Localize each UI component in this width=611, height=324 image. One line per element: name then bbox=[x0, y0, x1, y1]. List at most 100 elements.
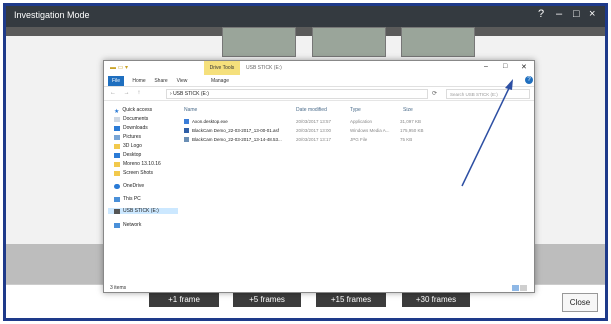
nav-label: Desktop bbox=[123, 152, 142, 158]
folder-icon bbox=[114, 143, 120, 149]
item-count: 3 items bbox=[110, 285, 127, 291]
file-type: Windows Media A... bbox=[350, 128, 390, 133]
ribbon-tabs: File Home Share View Manage ? bbox=[104, 75, 534, 87]
frame-step-button[interactable]: +30 frames bbox=[402, 291, 470, 307]
explorer-close-icon[interactable]: ✕ bbox=[521, 63, 527, 71]
nav-item[interactable]: Downloads bbox=[114, 125, 148, 131]
nav-network[interactable]: Network bbox=[114, 222, 141, 228]
file-type: Application bbox=[350, 119, 373, 124]
file-name: BlackCam Demo_22-03-2017_13-00-01.asf bbox=[192, 128, 280, 133]
application-icon bbox=[184, 119, 189, 124]
file-date: 20/03/2017 13:57 bbox=[296, 119, 332, 124]
file-name: Axon.desktop.exe bbox=[192, 119, 228, 124]
file-name: BlackCam Demo_22-03-2017_13-14-48.53... bbox=[192, 137, 282, 142]
nav-label: USB STICK (E:) bbox=[123, 208, 159, 214]
file-list: Name Date modified Type Size Axon.deskto… bbox=[182, 101, 534, 281]
minimize-icon[interactable]: – bbox=[556, 8, 562, 20]
file-size: 175,950 KB bbox=[400, 128, 424, 133]
quick-access-toolbar-icon[interactable]: ▬ ▭ ▾ bbox=[110, 64, 144, 72]
image-file-icon bbox=[184, 137, 189, 142]
column-name[interactable]: Name bbox=[184, 107, 197, 113]
close-button[interactable]: Close bbox=[562, 293, 598, 312]
nav-usb[interactable]: USB STICK (E:) bbox=[108, 208, 178, 214]
app-titlebar: Investigation Mode ? – □ × bbox=[6, 6, 605, 27]
nav-arrows-icon[interactable]: ← → ↑ bbox=[110, 90, 143, 96]
nav-item[interactable]: 3D Logo bbox=[114, 143, 142, 149]
file-explorer-window: ▬ ▭ ▾ Drive Tools USB STICK (E:) – □ ✕ F… bbox=[103, 60, 535, 293]
file-date: 20/03/2017 13:17 bbox=[296, 137, 332, 142]
nav-item[interactable]: Screen Shots bbox=[114, 170, 153, 176]
explorer-titlebar: ▬ ▭ ▾ Drive Tools USB STICK (E:) – □ ✕ bbox=[104, 61, 534, 75]
maximize-icon[interactable]: □ bbox=[573, 8, 580, 20]
thumbnail[interactable] bbox=[312, 27, 386, 57]
view-toggle-icon[interactable] bbox=[512, 285, 528, 292]
nav-label: 3D Logo bbox=[123, 143, 142, 149]
file-size: 31,097 KB bbox=[400, 119, 422, 124]
media-file-icon bbox=[184, 128, 189, 133]
network-icon bbox=[114, 222, 120, 228]
nav-thispc[interactable]: This PC bbox=[114, 196, 141, 202]
address-bar: ← → ↑ › USB STICK (E:) ⟳ Search USB STIC… bbox=[104, 87, 534, 101]
column-size[interactable]: Size bbox=[403, 107, 413, 113]
nav-label: Quick access bbox=[122, 107, 153, 113]
nav-label: Moreno 13.10.16 bbox=[123, 161, 161, 167]
pictures-icon bbox=[114, 134, 120, 140]
frame-step-button[interactable]: +1 frame bbox=[149, 291, 219, 307]
nav-label: Downloads bbox=[123, 125, 148, 131]
drive-tools-tab[interactable]: Drive Tools bbox=[204, 61, 240, 75]
nav-item[interactable]: Documents bbox=[114, 116, 148, 122]
app-title: Investigation Mode bbox=[14, 10, 90, 20]
thumbnail[interactable] bbox=[222, 27, 296, 57]
nav-label: Pictures bbox=[123, 134, 142, 140]
file-row[interactable]: BlackCam Demo_22-03-2017_13-14-48.53... … bbox=[182, 136, 482, 144]
navigation-pane: ★ Quick access Documents Downloads Pictu… bbox=[104, 101, 180, 281]
tab-manage[interactable]: Manage bbox=[208, 76, 232, 86]
nav-item[interactable]: Pictures bbox=[114, 134, 141, 140]
close-icon[interactable]: × bbox=[589, 8, 595, 20]
tab-view[interactable]: View bbox=[174, 76, 190, 86]
file-size: 75 KB bbox=[400, 137, 413, 142]
nav-onedrive[interactable]: OneDrive bbox=[114, 183, 144, 189]
nav-label: Documents bbox=[123, 116, 149, 122]
file-date: 20/03/2017 13:00 bbox=[296, 128, 332, 133]
folder-icon bbox=[114, 170, 120, 176]
file-row[interactable]: Axon.desktop.exe 20/03/2017 13:57 Applic… bbox=[182, 118, 482, 126]
nav-label: This PC bbox=[123, 196, 141, 202]
file-row[interactable]: BlackCam Demo_22-03-2017_13-00-01.asf 20… bbox=[182, 127, 482, 135]
investigation-window: Investigation Mode ? – □ × +1 frame +5 f… bbox=[3, 3, 608, 321]
tab-home[interactable]: Home bbox=[130, 76, 148, 86]
documents-icon bbox=[114, 116, 120, 122]
refresh-icon[interactable]: ⟳ bbox=[432, 90, 437, 97]
frame-step-button[interactable]: +5 frames bbox=[233, 291, 301, 307]
folder-icon bbox=[114, 161, 120, 167]
file-type: JPG File bbox=[350, 137, 368, 142]
tab-file[interactable]: File bbox=[108, 76, 124, 86]
star-icon: ★ bbox=[114, 108, 120, 115]
column-type[interactable]: Type bbox=[350, 107, 361, 113]
usb-drive-icon bbox=[114, 208, 120, 214]
column-date[interactable]: Date modified bbox=[296, 107, 327, 113]
tab-share[interactable]: Share bbox=[152, 76, 170, 86]
address-text: USB STICK (E:) bbox=[173, 91, 209, 97]
computer-icon bbox=[114, 196, 120, 202]
status-bar: 3 items bbox=[104, 283, 534, 292]
search-input[interactable]: Search USB STICK (E:) bbox=[446, 89, 530, 99]
desktop-icon bbox=[114, 152, 120, 158]
nav-item[interactable]: Moreno 13.10.16 bbox=[114, 161, 161, 167]
cloud-icon bbox=[114, 183, 120, 189]
help-icon[interactable]: ? bbox=[525, 76, 533, 84]
help-icon[interactable]: ? bbox=[538, 8, 544, 20]
nav-label: OneDrive bbox=[123, 183, 145, 189]
explorer-maximize-icon[interactable]: □ bbox=[503, 63, 507, 70]
thumbnail-band bbox=[6, 27, 605, 36]
nav-item[interactable]: Desktop bbox=[114, 152, 141, 158]
address-prefix: › bbox=[170, 91, 172, 97]
frame-step-button[interactable]: +15 frames bbox=[316, 291, 386, 307]
explorer-minimize-icon[interactable]: – bbox=[484, 63, 488, 70]
thumbnail[interactable] bbox=[401, 27, 475, 57]
address-field[interactable]: › USB STICK (E:) bbox=[166, 89, 428, 99]
downloads-icon bbox=[114, 125, 120, 131]
nav-label: Network bbox=[123, 222, 142, 228]
nav-quick-access[interactable]: ★ Quick access bbox=[114, 107, 153, 115]
explorer-title: USB STICK (E:) bbox=[246, 65, 282, 71]
